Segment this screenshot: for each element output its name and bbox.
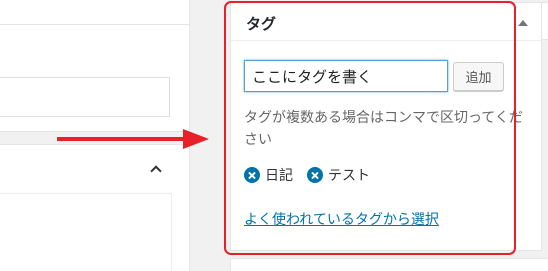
help-text: タグが複数ある場合はコンマで区切ってください bbox=[244, 110, 523, 148]
add-tag-button[interactable]: 追加 bbox=[453, 62, 504, 91]
tag-label: 日記 bbox=[265, 168, 293, 184]
choose-popular-tags-link[interactable]: よく使われているタグから選択 bbox=[244, 209, 439, 229]
panel-divider bbox=[0, 24, 190, 25]
metabox-header: タグ bbox=[231, 3, 541, 41]
caret-up-icon bbox=[150, 164, 162, 177]
remove-circle-icon[interactable] bbox=[244, 167, 260, 183]
remove-circle-icon[interactable] bbox=[307, 167, 323, 183]
collapse-toggle-button[interactable] bbox=[144, 156, 168, 180]
red-arrow-icon bbox=[57, 129, 209, 149]
next-metabox bbox=[230, 258, 548, 271]
metabox-title: タグ bbox=[246, 15, 277, 33]
tag-list: 日記 テスト bbox=[244, 165, 370, 185]
tags-metabox: タグ 追加 タグが複数ある場合はコンマで区切ってください 日記 テスト よく使わ… bbox=[230, 2, 542, 251]
metabox-toggle-button[interactable] bbox=[513, 13, 533, 33]
tag-label: テスト bbox=[328, 168, 370, 184]
new-tag-input[interactable] bbox=[244, 60, 448, 92]
editor-panel bbox=[0, 0, 190, 132]
editor-text-field[interactable] bbox=[0, 77, 170, 117]
tag-item: テスト bbox=[307, 165, 370, 185]
triangle-up-icon bbox=[518, 20, 528, 26]
editor-inner-box bbox=[0, 193, 172, 271]
tag-item: 日記 bbox=[244, 165, 293, 185]
